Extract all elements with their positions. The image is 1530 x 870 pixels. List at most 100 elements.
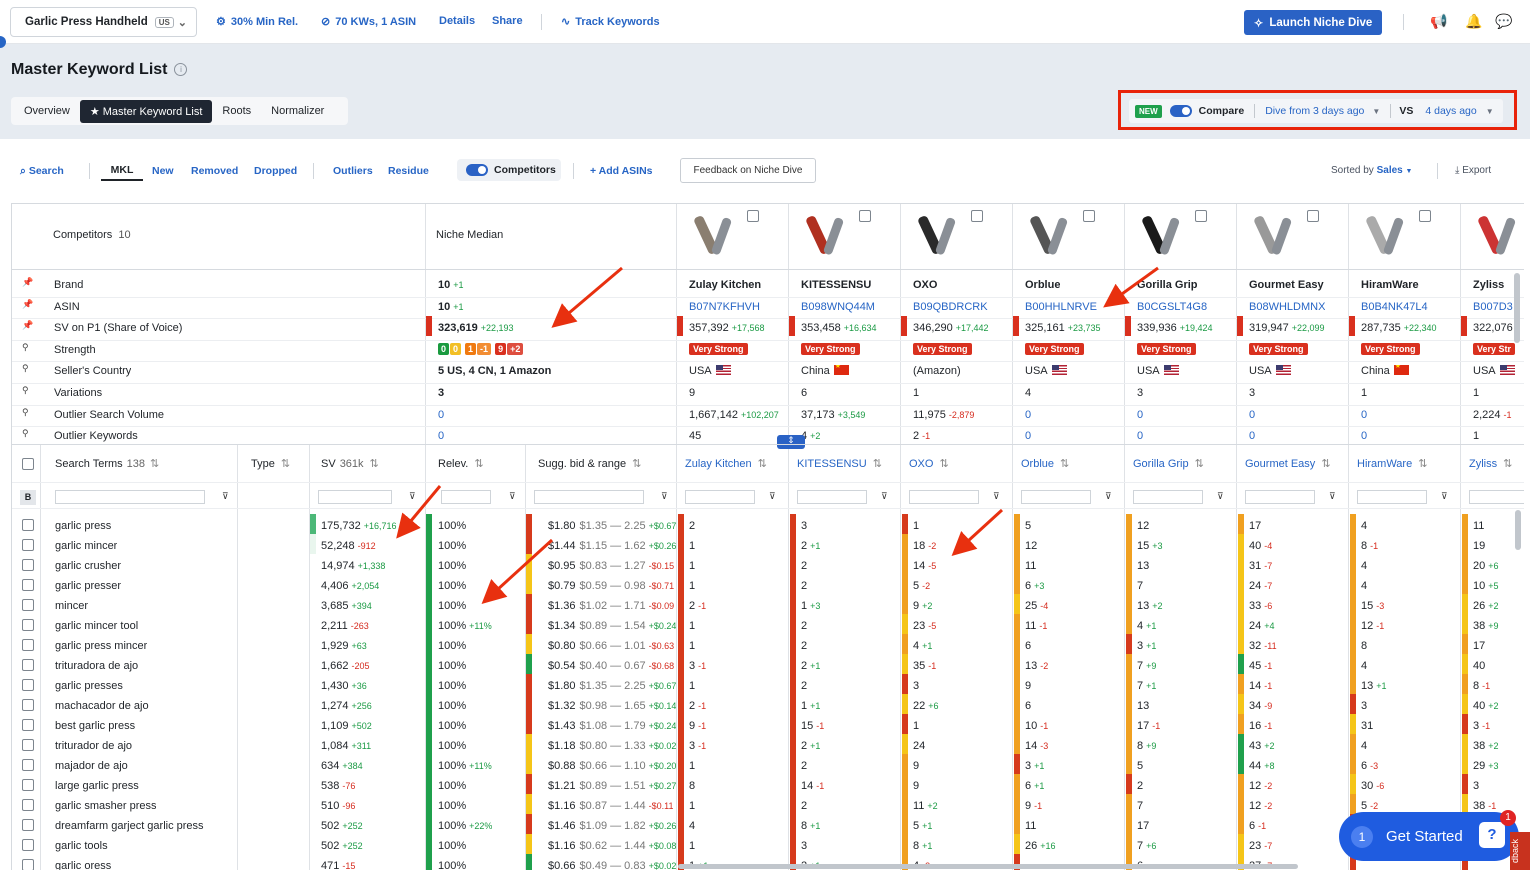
row-checkbox[interactable] <box>22 679 34 691</box>
competitor-column-header[interactable]: Gourmet Easy ⇅ <box>1245 457 1331 470</box>
tab-roots[interactable]: Roots <box>212 100 261 122</box>
pin-icon[interactable]: ⚲ <box>22 385 29 396</box>
row-checkbox[interactable] <box>22 699 34 711</box>
search-button[interactable]: ⌕ Search <box>20 165 64 178</box>
resize-handle[interactable]: ⇕ <box>777 435 805 449</box>
search-term[interactable]: garlic mincer <box>55 540 117 552</box>
row-checkbox[interactable] <box>22 859 34 870</box>
row-checkbox[interactable] <box>22 779 34 791</box>
row-checkbox[interactable] <box>22 579 34 591</box>
asin-link[interactable]: B08WHLDMNX <box>1249 301 1325 313</box>
sort-icon[interactable]: ⇅ <box>150 458 159 470</box>
sort-icon[interactable]: ⇅ <box>939 458 948 470</box>
sort-icon[interactable]: ⇅ <box>873 458 882 470</box>
tab-master-keyword-list[interactable]: ★ Master Keyword List <box>79 99 213 123</box>
row-checkbox[interactable] <box>22 619 34 631</box>
sort-icon[interactable]: ⇅ <box>474 458 483 470</box>
filter-icon[interactable]: ⊽ <box>1105 491 1112 502</box>
row-checkbox[interactable] <box>22 739 34 751</box>
filter-input[interactable] <box>534 490 644 504</box>
compare-checkbox[interactable] <box>1195 210 1207 222</box>
search-term[interactable]: machacador de ajo <box>55 700 149 712</box>
min-rel-button[interactable]: ⚙ 30% Min Rel. <box>216 15 298 29</box>
row-checkbox[interactable] <box>22 799 34 811</box>
search-term[interactable]: garlic tools <box>55 840 108 852</box>
search-term[interactable]: garlic presser <box>55 580 121 592</box>
search-term[interactable]: mincer <box>55 600 88 612</box>
asin-link[interactable]: B09QBDRCRK <box>913 301 988 313</box>
sort-icon[interactable]: ⇅ <box>370 458 379 470</box>
row-checkbox[interactable] <box>22 599 34 611</box>
sort-icon[interactable]: ⇅ <box>1321 458 1330 470</box>
horizontal-scrollbar[interactable] <box>678 864 1298 869</box>
pin-icon[interactable]: 📌 <box>22 299 33 310</box>
row-checkbox[interactable] <box>22 759 34 771</box>
asin-link[interactable]: B0CGSLT4G8 <box>1137 301 1207 313</box>
asin-link[interactable]: B0B4NK47L4 <box>1361 301 1428 313</box>
row-checkbox[interactable] <box>22 819 34 831</box>
competitor-column-header[interactable]: Zyliss ⇅ <box>1469 457 1512 470</box>
search-terms-header[interactable]: Search Terms 138 ⇅ <box>55 457 159 470</box>
filter-input[interactable] <box>318 490 392 504</box>
add-asins-button[interactable]: + Add ASINs <box>590 165 653 177</box>
filter-icon[interactable]: ⊽ <box>769 491 776 502</box>
filter-mkl[interactable]: MKL <box>101 159 143 181</box>
feedback-tab[interactable]: dback <box>1510 832 1530 870</box>
compare-checkbox[interactable] <box>1419 210 1431 222</box>
filter-removed[interactable]: Removed <box>191 165 238 177</box>
tab-overview[interactable]: Overview <box>14 100 80 122</box>
launch-niche-dive-button[interactable]: ✧ Launch Niche Dive <box>1244 10 1382 35</box>
pin-icon[interactable]: ⚲ <box>22 363 29 374</box>
info-icon[interactable]: i <box>174 63 188 76</box>
pin-icon[interactable]: 📌 <box>22 320 33 331</box>
search-term[interactable]: large garlic press <box>55 780 139 792</box>
sort-icon[interactable]: ⇅ <box>1195 458 1204 470</box>
compare-checkbox[interactable] <box>859 210 871 222</box>
filter-input[interactable] <box>1357 490 1427 504</box>
filter-icon[interactable]: ⊽ <box>222 491 229 502</box>
filter-input[interactable] <box>797 490 867 504</box>
get-started-widget[interactable]: 1 Get Started ? 1 <box>1339 810 1519 861</box>
sort-icon[interactable]: ⇅ <box>1060 458 1069 470</box>
filter-input[interactable] <box>685 490 755 504</box>
bulk-button[interactable]: B <box>20 490 36 505</box>
pin-icon[interactable]: ⚲ <box>22 428 29 439</box>
tab-normalizer[interactable]: Normalizer <box>261 100 334 122</box>
toggle-switch[interactable] <box>466 164 488 176</box>
filter-outliers[interactable]: Outliers <box>333 165 373 177</box>
sort-icon[interactable]: ⇅ <box>281 458 290 470</box>
filter-icon[interactable]: ⊽ <box>881 491 888 502</box>
search-term[interactable]: best garlic press <box>55 720 135 732</box>
search-term[interactable]: garlic presses <box>55 680 123 692</box>
details-link[interactable]: Details <box>439 15 475 27</box>
row-checkbox[interactable] <box>22 639 34 651</box>
feedback-button[interactable]: Feedback on Niche Dive <box>680 158 816 183</box>
row-checkbox[interactable] <box>22 839 34 851</box>
select-all-checkbox[interactable] <box>22 458 34 470</box>
asin-link[interactable]: B098WNQ44M <box>801 301 875 313</box>
filter-icon[interactable]: ⊽ <box>1441 491 1448 502</box>
filter-input[interactable] <box>55 490 205 504</box>
bell-icon[interactable]: 🔔 <box>1465 13 1482 30</box>
pin-icon[interactable]: 📌 <box>22 277 33 288</box>
competitor-column-header[interactable]: Gorilla Grip ⇅ <box>1133 457 1204 470</box>
bid-header[interactable]: Sugg. bid & range ⇅ <box>538 457 641 470</box>
megaphone-icon[interactable]: 📢 <box>1430 13 1447 30</box>
export-button[interactable]: ⤓ Export <box>1455 165 1491 176</box>
pin-icon[interactable]: ⚲ <box>22 407 29 418</box>
sort-select[interactable]: Sorted by Sales ▼ <box>1331 165 1412 176</box>
competitors-toggle[interactable]: Competitors <box>457 159 561 181</box>
row-checkbox[interactable] <box>22 719 34 731</box>
row-checkbox[interactable] <box>22 659 34 671</box>
compare-checkbox[interactable] <box>747 210 759 222</box>
vertical-scrollbar[interactable] <box>1514 273 1520 343</box>
sort-icon[interactable]: ⇅ <box>632 458 641 470</box>
row-checkbox[interactable] <box>22 539 34 551</box>
search-term[interactable]: garlic crusher <box>55 560 121 572</box>
search-term[interactable]: trituradora de ajo <box>55 660 138 672</box>
vertical-scrollbar[interactable] <box>1515 510 1521 550</box>
filter-new[interactable]: New <box>152 165 174 177</box>
relev-header[interactable]: Relev. ⇅ <box>438 457 484 470</box>
filter-residue[interactable]: Residue <box>388 165 429 177</box>
chat-icon[interactable]: 💬 <box>1495 13 1512 30</box>
